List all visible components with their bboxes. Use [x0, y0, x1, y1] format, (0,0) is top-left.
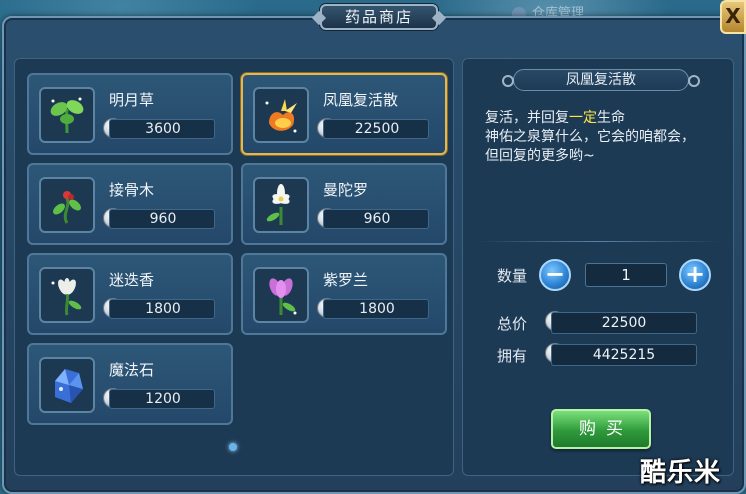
total-price-value: 22500: [551, 312, 697, 334]
rosemary-flower-icon: [39, 267, 95, 323]
quantity-label: 数量: [497, 267, 528, 285]
item-price: 22500: [354, 121, 400, 137]
owned-currency-value: 4425215: [551, 344, 697, 366]
owned-currency-label: 拥有: [497, 347, 528, 365]
item-description: 复活，并回复一定生命 神佑之泉算什么，它会的咱都会， 但回复的更多哟~: [485, 109, 725, 166]
item-list-panel: 明月草 S 3600 凤凰复活散 S 22500: [14, 58, 454, 476]
shop-item-mingyuecao[interactable]: 明月草 S 3600: [27, 73, 233, 155]
item-price-bar: 960: [109, 209, 215, 229]
item-name: 明月草: [109, 91, 155, 109]
clover-plant-icon: [39, 87, 95, 143]
item-name: 凤凰复活散: [323, 91, 399, 109]
item-price: 960: [149, 211, 177, 227]
description-line-1: 复活，并回复一定生命: [485, 110, 625, 126]
item-price-bar: 1200: [109, 389, 215, 409]
item-price-bar: 960: [323, 209, 429, 229]
magic-crystal-icon: [39, 357, 95, 413]
total-price-label: 总价: [497, 315, 528, 333]
watermark-logo: 酷乐米: [640, 458, 722, 488]
increase-quantity-button[interactable]: +: [679, 259, 711, 291]
item-price-bar: 3600: [109, 119, 215, 139]
close-button[interactable]: X: [720, 0, 746, 34]
item-name: 紫罗兰: [323, 271, 369, 289]
item-name: 魔法石: [109, 361, 155, 379]
item-price: 1800: [145, 301, 181, 317]
quantity-input[interactable]: 1: [585, 263, 667, 287]
item-name: 迷迭香: [109, 271, 155, 289]
description-line-3: 但回复的更多哟~: [485, 148, 595, 164]
detail-divider: [477, 241, 721, 242]
item-price: 960: [363, 211, 391, 227]
shop-window: 药品商店 明月草 S 3600: [2, 4, 746, 494]
item-price: 1200: [145, 391, 181, 407]
item-price-bar: 22500: [323, 119, 429, 139]
item-name: 接骨木: [109, 181, 155, 199]
phoenix-elixir-icon: [253, 87, 309, 143]
berry-vine-icon: [39, 177, 95, 233]
shop-item-jiegumu[interactable]: 接骨木 S 960: [27, 163, 233, 245]
decrease-quantity-button[interactable]: −: [539, 259, 571, 291]
shop-item-fenghuangfuhuosan[interactable]: 凤凰复活散 S 22500: [241, 73, 447, 155]
shop-item-mofashi[interactable]: 魔法石 S 1200: [27, 343, 233, 425]
item-name: 曼陀罗: [323, 181, 369, 199]
white-lily-icon: [253, 177, 309, 233]
description-line-2: 神佑之泉算什么，它会的咱都会，: [485, 129, 695, 145]
shop-item-mantuoluo[interactable]: 曼陀罗 S 960: [241, 163, 447, 245]
buy-button[interactable]: 购买: [551, 409, 651, 449]
item-price: 3600: [145, 121, 181, 137]
window-title: 药品商店: [320, 4, 438, 30]
item-price-bar: 1800: [323, 299, 429, 319]
page-indicator-dot[interactable]: [229, 443, 237, 451]
detail-title: 凤凰复活散: [502, 69, 700, 91]
item-detail-panel: 凤凰复活散 复活，并回复一定生命 神佑之泉算什么，它会的咱都会， 但回复的更多哟…: [462, 58, 734, 476]
shop-item-ziluolan[interactable]: 紫罗兰 S 1800: [241, 253, 447, 335]
violet-tulip-icon: [253, 267, 309, 323]
shop-item-midiexiang[interactable]: 迷迭香 S 1800: [27, 253, 233, 335]
item-price: 1800: [359, 301, 395, 317]
item-price-bar: 1800: [109, 299, 215, 319]
